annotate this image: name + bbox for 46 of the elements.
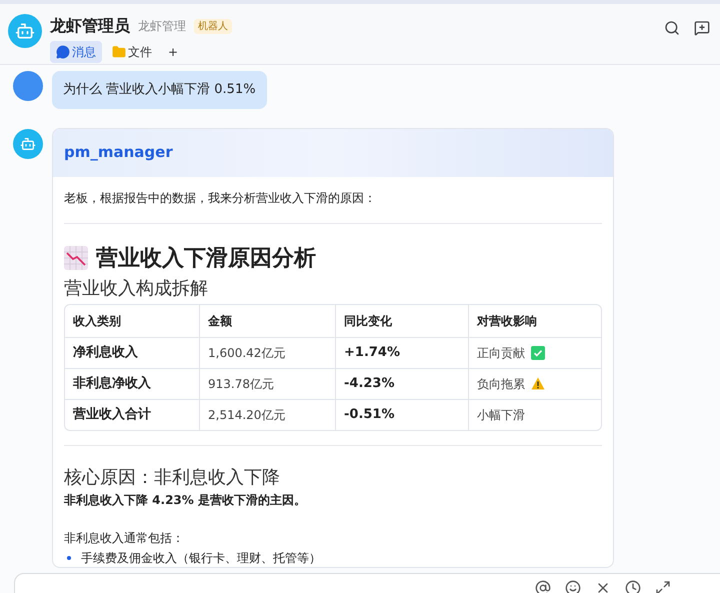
column-header: 金额 <box>199 304 335 336</box>
bullet-icon <box>67 556 71 560</box>
intro-text: 老板，根据报告中的数据，我来分析营业收入下滑的原因： <box>64 190 377 206</box>
table-cell: 2,514.20亿元 <box>199 398 335 430</box>
clock-icon[interactable] <box>625 580 641 593</box>
table-cell: 1,600.42亿元 <box>199 336 335 368</box>
table-cell: +1.74% <box>335 336 468 368</box>
mention-icon[interactable] <box>535 580 551 593</box>
list-intro: 非利息收入通常包括： <box>64 530 185 546</box>
chat-subtitle: 龙虾管理 <box>138 18 186 35</box>
search-icon[interactable] <box>664 20 680 36</box>
column-header: 收入类别 <box>72 312 122 330</box>
table-heading: 营业收入构成拆解 <box>64 276 209 300</box>
robot-icon <box>20 136 36 152</box>
chat-title: 龙虾管理员 <box>50 15 130 37</box>
check-icon <box>531 346 545 360</box>
table-cell: 非利息净收入 <box>65 368 199 398</box>
table-cell: 913.78亿元 <box>199 368 335 398</box>
tab[interactable]: 消息 <box>50 41 102 63</box>
table-cell: 负向拖累 <box>468 368 601 398</box>
table-cell: -4.23% <box>335 368 468 398</box>
sender-name: pm_manager <box>64 142 173 164</box>
tab[interactable]: 文件 <box>106 41 158 63</box>
bot-badge: 机器人 <box>194 18 232 34</box>
bullet-text: 手续费及佣金收入（银行卡、理财、托管等） <box>81 550 321 566</box>
section-heading: 核心原因：非利息收入下降 <box>64 466 281 490</box>
emoji-icon[interactable] <box>565 580 581 593</box>
table-cell: 小幅下滑 <box>468 398 601 430</box>
column-header: 同比变化 <box>335 304 468 336</box>
user-avatar <box>13 71 43 101</box>
user-message: 为什么 营业收入小幅下滑 0.51% <box>52 71 267 108</box>
expand-icon[interactable] <box>655 580 671 593</box>
new-chat-icon[interactable] <box>694 20 710 36</box>
chat-icon <box>56 45 70 59</box>
table-cell: -0.51% <box>335 398 468 430</box>
analysis-heading: 营业收入下滑原因分析 <box>96 244 316 272</box>
table-cell: 正向贡献 <box>468 336 601 368</box>
table-cell: 营业收入合计 <box>65 398 199 430</box>
robot-icon <box>15 21 35 41</box>
warning-icon <box>531 377 545 390</box>
section-lead: 非利息收入下降 4.23% 是营收下滑的主因。 <box>64 492 307 508</box>
chart-decrease-icon <box>64 246 88 270</box>
column-header: 对营收影响 <box>468 304 601 336</box>
folder-icon <box>112 45 126 59</box>
tab[interactable]: + <box>162 41 184 63</box>
table-cell: 净利息收入 <box>65 336 199 368</box>
